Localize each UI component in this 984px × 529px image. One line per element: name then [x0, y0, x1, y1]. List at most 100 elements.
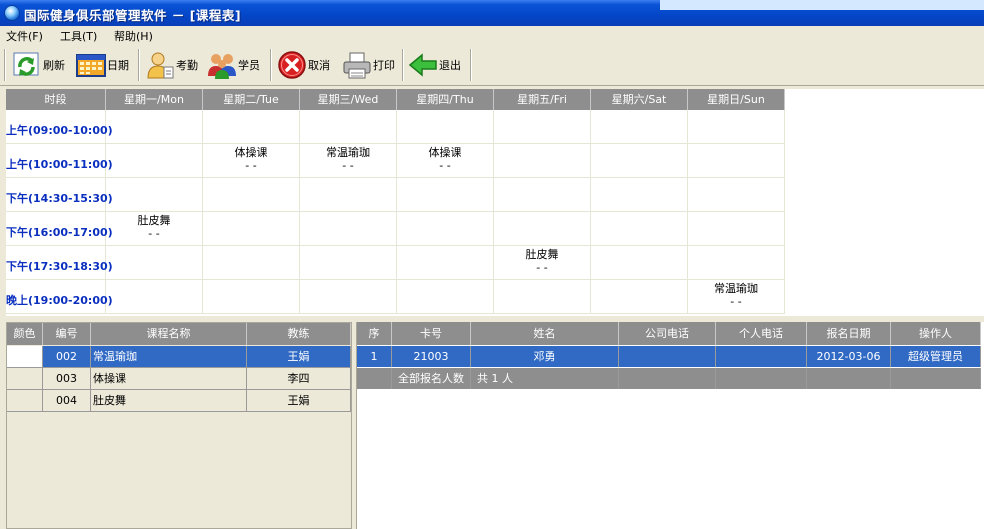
- title-bar: 国际健身俱乐部管理软件 － [课程表]: [0, 0, 984, 26]
- course-sub: - -: [342, 159, 354, 172]
- schedule-cell[interactable]: [397, 178, 494, 212]
- coach-name: 李四: [247, 368, 351, 390]
- exit-label: 退出: [439, 59, 461, 72]
- course-id: 003: [43, 368, 91, 390]
- course-sub: - -: [245, 159, 257, 172]
- menu-tools[interactable]: 工具(T): [60, 28, 97, 44]
- column-header[interactable]: 报名日期: [807, 322, 891, 345]
- attendance-button[interactable]: 考勤: [145, 49, 198, 81]
- course-sub: - -: [439, 159, 451, 172]
- schedule-cell[interactable]: [106, 178, 203, 212]
- course-id: 002: [43, 346, 91, 368]
- column-header[interactable]: 公司电话: [619, 322, 716, 345]
- schedule-cell[interactable]: [300, 280, 397, 314]
- schedule-entry[interactable]: 体操课 - -: [203, 146, 299, 172]
- schedule-cell[interactable]: [203, 212, 300, 246]
- course-name: 常温瑜珈: [91, 346, 247, 368]
- summary-label: 全部报名人数: [392, 368, 471, 389]
- column-header[interactable]: 姓名: [471, 322, 619, 345]
- schedule-cell[interactable]: [591, 280, 688, 314]
- schedule-cell[interactable]: [106, 280, 203, 314]
- menu-help[interactable]: 帮助(H): [114, 28, 153, 44]
- schedule-cell[interactable]: [203, 110, 300, 144]
- day-header: 星期一/Mon: [106, 89, 203, 110]
- period-label: 上午(10:00-11:00): [6, 158, 113, 171]
- day-header: 星期二/Tue: [203, 89, 300, 110]
- app-window: 国际健身俱乐部管理软件 － [课程表] 文件(F) 工具(T) 帮助(H) 刷新…: [0, 0, 984, 529]
- schedule-cell[interactable]: [106, 144, 203, 178]
- window-title: 国际健身俱乐部管理软件 － [课程表]: [24, 8, 242, 23]
- toolbar-separator: [402, 49, 404, 81]
- date-label: 日期: [107, 59, 129, 72]
- schedule-entry[interactable]: 常温瑜珈 - -: [300, 146, 396, 172]
- schedule-cell[interactable]: [106, 110, 203, 144]
- period-label: 下午(17:30-18:30): [6, 260, 113, 273]
- schedule-cell[interactable]: [106, 246, 203, 280]
- date-button[interactable]: 日期: [76, 49, 129, 81]
- schedule-cell[interactable]: [203, 246, 300, 280]
- table-row[interactable]: 003 体操课 李四: [7, 368, 351, 390]
- schedule-cell[interactable]: [494, 212, 591, 246]
- cancel-button[interactable]: 取消: [277, 49, 330, 81]
- schedule-cell[interactable]: [397, 212, 494, 246]
- column-header[interactable]: 教练: [247, 323, 351, 345]
- schedule-cell[interactable]: [591, 110, 688, 144]
- coach-name: 王娟: [247, 390, 351, 412]
- column-header[interactable]: 序: [357, 322, 392, 345]
- schedule-entry[interactable]: 常温瑜珈 - -: [688, 282, 784, 308]
- schedule-entry[interactable]: 肚皮舞 - -: [106, 214, 202, 240]
- schedule-cell[interactable]: [591, 178, 688, 212]
- schedule-cell[interactable]: [688, 144, 785, 178]
- period-label: 晚上(19:00-20:00): [6, 294, 113, 307]
- member-card: 21003: [392, 346, 471, 367]
- schedule-cell[interactable]: [591, 144, 688, 178]
- column-header[interactable]: 操作人: [891, 322, 981, 345]
- schedule-cell[interactable]: [688, 246, 785, 280]
- schedule-cell[interactable]: [300, 246, 397, 280]
- refresh-button[interactable]: 刷新: [12, 49, 65, 81]
- schedule-entry[interactable]: 体操课 - -: [397, 146, 493, 172]
- schedule-cell[interactable]: [591, 246, 688, 280]
- course-name: 肚皮舞: [91, 390, 247, 412]
- schedule-entry[interactable]: 肚皮舞 - -: [494, 248, 590, 274]
- schedule-cell[interactable]: [300, 212, 397, 246]
- schedule-cell[interactable]: [397, 110, 494, 144]
- schedule-cell[interactable]: [688, 110, 785, 144]
- column-header[interactable]: 课程名称: [91, 323, 247, 345]
- column-header[interactable]: 编号: [43, 323, 91, 345]
- member-personal-phone: [716, 346, 807, 367]
- print-label: 打印: [373, 59, 395, 72]
- course-sub: - -: [536, 261, 548, 274]
- schedule-cell[interactable]: [688, 212, 785, 246]
- schedule-cell[interactable]: [397, 280, 494, 314]
- column-header[interactable]: 个人电话: [716, 322, 807, 345]
- schedule-cell[interactable]: [203, 280, 300, 314]
- color-cell: [7, 368, 43, 390]
- column-header[interactable]: 颜色: [7, 323, 43, 345]
- exit-button[interactable]: 退出: [408, 49, 461, 81]
- members-button[interactable]: 学员: [207, 49, 260, 81]
- menu-file[interactable]: 文件(F): [6, 28, 43, 44]
- schedule-cell[interactable]: [397, 246, 494, 280]
- schedule-cell[interactable]: [300, 110, 397, 144]
- toolbar-separator: [138, 49, 140, 81]
- table-row[interactable]: 004 肚皮舞 王娟: [7, 390, 351, 412]
- color-cell: [7, 390, 43, 412]
- table-row[interactable]: 002 常温瑜珈 王娟: [7, 346, 351, 368]
- color-cell: [7, 346, 43, 368]
- column-header[interactable]: 卡号: [392, 322, 471, 345]
- members-label: 学员: [238, 59, 260, 72]
- schedule-cell[interactable]: [203, 178, 300, 212]
- schedule-cell[interactable]: [494, 280, 591, 314]
- refresh-icon: [12, 50, 42, 80]
- course-name: 肚皮舞: [137, 214, 171, 227]
- schedule-cell[interactable]: [688, 178, 785, 212]
- print-button[interactable]: 打印: [342, 49, 395, 81]
- schedule-cell[interactable]: [494, 110, 591, 144]
- schedule-cell[interactable]: [494, 144, 591, 178]
- schedule-cell[interactable]: [300, 178, 397, 212]
- schedule-cell[interactable]: [591, 212, 688, 246]
- schedule-cell[interactable]: [494, 178, 591, 212]
- cancel-label: 取消: [308, 59, 330, 72]
- day-header: 星期六/Sat: [591, 89, 688, 110]
